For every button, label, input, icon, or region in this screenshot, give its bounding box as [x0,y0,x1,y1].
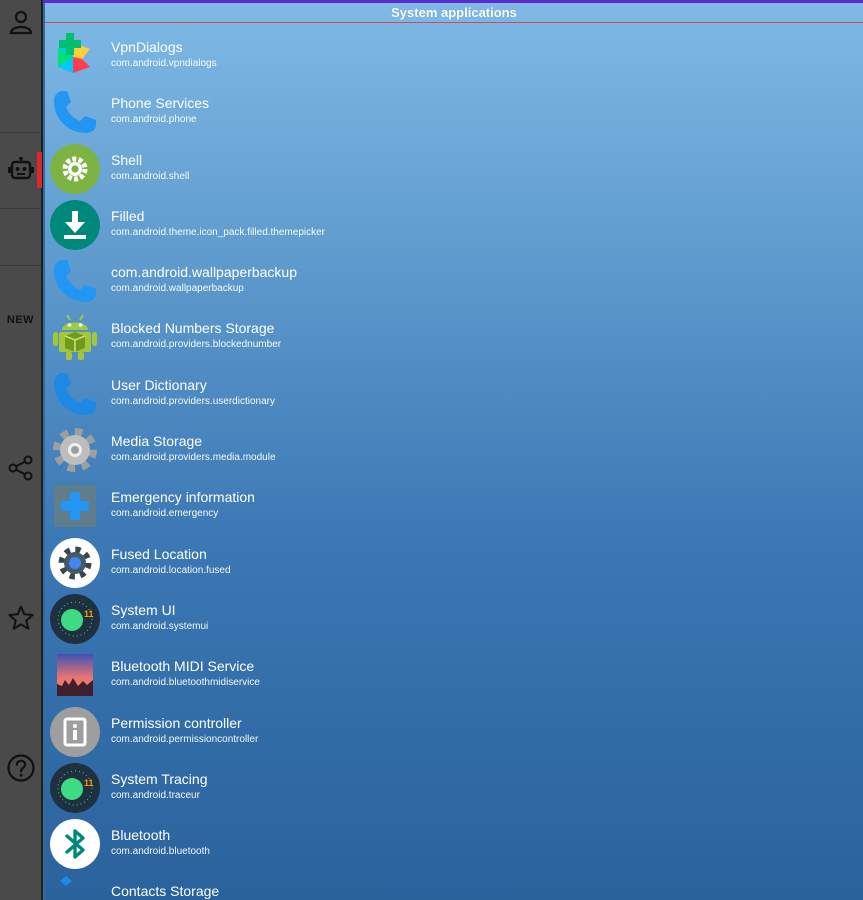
bluetooth-icon [50,819,100,870]
sidebar: NEW [0,0,43,900]
app-package: com.android.bluetoothmidiservice [111,677,260,689]
app-package: com.android.bluetooth [111,846,210,858]
app-package: com.android.providers.blockednumber [111,339,282,351]
android11-icon: 11 [50,762,100,813]
list-item[interactable]: 11 System Tracing com.android.traceur [45,760,863,816]
android11-icon: 11 [50,593,100,644]
app-name: Permission controller [111,714,242,731]
app-name: Emergency information [111,489,255,506]
app-package: com.android.phone [111,114,197,126]
list-item[interactable]: Emergency information com.android.emerge… [45,478,863,534]
download-icon [50,199,100,250]
app-name: System Tracing [111,770,208,787]
new-label: NEW [6,314,35,326]
phone-icon [50,369,100,419]
person-icon[interactable] [0,0,41,44]
android-robot-icon [50,312,100,362]
app-name: Blocked Numbers Storage [111,320,275,337]
app-name: Phone Services [111,95,210,112]
list-item[interactable]: com.android.wallpaperbackup com.android.… [45,253,863,309]
star-icon[interactable] [0,596,41,640]
app-package: com.android.theme.icon_pack.filled.theme… [111,226,325,238]
app-package: com.android.providers.userdictionary [111,395,275,407]
phone-icon [50,87,100,137]
info-grey-icon [50,706,100,757]
app-name: Media Storage [111,433,203,450]
list-item[interactable]: Blocked Numbers Storage com.android.prov… [45,309,863,365]
app-package: com.android.traceur [111,789,200,801]
share-icon[interactable] [0,446,41,490]
phone-icon [50,256,100,306]
list-item[interactable]: Contacts Storage [45,872,863,900]
app-package: com.android.providers.media.module [111,452,276,464]
list-item[interactable]: Filled com.android.theme.icon_pack.fille… [45,197,863,253]
list-item[interactable]: Fused Location com.android.location.fuse… [45,535,863,591]
list-item[interactable]: VpnDialogs com.android.vpndialogs [45,28,863,84]
play-store-icon [50,31,100,81]
app-name: User Dictionary [111,376,207,393]
list-item[interactable]: 11 System UI com.android.systemui [45,591,863,647]
list-item[interactable]: User Dictionary com.android.providers.us… [45,366,863,422]
list-item[interactable]: Bluetooth MIDI Service com.android.bluet… [45,647,863,703]
title-bar: System applications [45,3,863,23]
app-package: com.android.systemui [111,620,209,632]
app-name: Bluetooth [111,827,171,844]
list-item[interactable]: Permission controller com.android.permis… [45,704,863,760]
app-name: Fused Location [111,545,207,562]
page-title: System applications [391,5,517,20]
app-package: com.android.vpndialogs [111,58,217,69]
app-name: Shell [111,151,143,168]
contacts-icon [50,875,100,900]
app-list: VpnDialogs com.android.vpndialogs Phone … [45,28,863,900]
app-name: VpnDialogs [111,39,183,55]
list-item[interactable]: Bluetooth com.android.bluetooth [45,816,863,872]
landscape-icon [50,650,100,700]
gear-grey-icon [50,425,100,475]
app-name: Filled [111,207,145,224]
robot-icon[interactable] [0,148,41,192]
app-name: Contacts Storage [111,883,220,900]
list-item[interactable]: Phone Services com.android.phone [45,84,863,140]
app-package: com.android.emergency [111,508,219,520]
app-package: com.android.permissioncontroller [111,733,259,745]
app-name: com.android.wallpaperbackup [111,264,297,281]
svg-text:11: 11 [84,778,94,788]
gear-green-icon [50,143,100,194]
app-package: com.android.shell [111,170,190,182]
app-package: com.android.location.fused [111,564,231,576]
list-item[interactable]: Media Storage com.android.providers.medi… [45,422,863,478]
new-button[interactable]: NEW [0,298,41,342]
list-item[interactable]: Shell com.android.shell [45,141,863,197]
svg-text:11: 11 [84,609,94,619]
settings-dark-icon [50,537,100,588]
app-name: System UI [111,601,176,618]
app-name: Bluetooth MIDI Service [111,658,255,675]
help-icon[interactable] [0,746,41,790]
app-package: com.android.wallpaperbackup [111,283,244,295]
main-panel: System applications VpnDialogs com.andro… [45,3,863,900]
medical-cross-icon [50,481,100,531]
